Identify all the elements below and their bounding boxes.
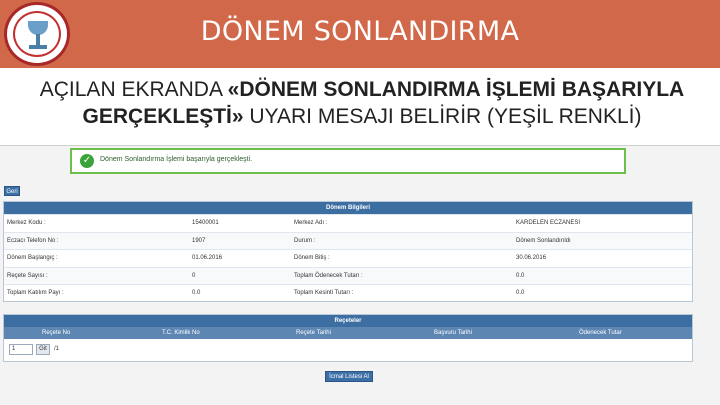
print-summary-button[interactable]: İcmal Listesi Al <box>325 371 373 382</box>
slide-title: DÖNEM SONLANDIRMA <box>200 16 520 47</box>
info-value: KARDELEN ECZANESI <box>516 220 581 226</box>
back-button[interactable]: Geri <box>4 186 20 196</box>
info-row: Toplam Katılım Payı : 0.0 Toplam Kesinti… <box>4 284 692 302</box>
success-message-box: ✓ Dönem Sonlandırma İşlemi başarıyla ger… <box>70 148 626 174</box>
info-value: 1907 <box>192 237 206 244</box>
column-header[interactable]: Ödenecek Tutar <box>579 330 622 336</box>
info-value: 01.06.2016 <box>192 255 223 262</box>
page-total: /1 <box>54 346 60 352</box>
period-info-title: Dönem Bilgileri <box>4 202 692 214</box>
column-header[interactable]: Reçete Tarihi <box>296 330 331 336</box>
info-value: 0.0 <box>192 290 201 297</box>
info-value: 0.0 <box>516 290 525 297</box>
pagination: 1 Git /1 <box>4 339 692 361</box>
info-label: Merkez Kodu : <box>7 220 46 226</box>
period-info-panel: Dönem Bilgileri Merkez Kodu : 15400001 M… <box>3 201 693 302</box>
column-header[interactable]: Reçete No <box>42 330 70 336</box>
column-header[interactable]: T.C. Kimlik No <box>162 330 200 336</box>
check-circle-icon: ✓ <box>80 154 94 168</box>
info-value: Dönem Sonlandırıldı <box>516 237 571 244</box>
page-go-button[interactable]: Git <box>36 344 50 355</box>
info-row: Dönem Başlangıç : 01.06.2016 Dönem Bitiş… <box>4 249 692 267</box>
pharmacy-logo-icon <box>4 2 70 66</box>
info-label: Toplam Katılım Payı : <box>7 290 64 297</box>
info-row: Eczacı Telefon No : 1907 Durum : Dönem S… <box>4 231 692 250</box>
prescriptions-header-row: Reçete No T.C. Kimlik No Reçete Tarihi B… <box>4 327 692 339</box>
success-message-text: Dönem Sonlandırma İşlemi başarıyla gerçe… <box>100 156 253 163</box>
info-label: Durum : <box>294 237 316 244</box>
instruction-suffix: UYARI MESAJI BELİRİR (YEŞİL RENKLİ) <box>243 105 642 128</box>
prescriptions-panel: Reçeteler Reçete No T.C. Kimlik No Reçet… <box>3 314 693 362</box>
info-value: 30.06.2016 <box>516 255 547 262</box>
info-row: Merkez Kodu : 15400001 Merkez Adı : KARD… <box>4 214 692 232</box>
info-label: Toplam Ödenecek Tutarı : <box>294 272 363 279</box>
page-number-input[interactable]: 1 <box>9 344 33 355</box>
info-label: Dönem Bitiş : <box>294 255 330 262</box>
info-value: 0 <box>192 272 196 279</box>
prescriptions-title: Reçeteler <box>4 315 692 327</box>
info-row: Reçete Sayısı : 0 Toplam Ödenecek Tutarı… <box>4 266 692 285</box>
info-label: Reçete Sayısı : <box>7 272 48 279</box>
instruction-text: AÇILAN EKRANDA «DÖNEM SONLANDIRMA İŞLEMİ… <box>8 76 716 130</box>
info-label: Merkez Adı : <box>294 220 328 226</box>
info-label: Toplam Kesinti Tutarı : <box>294 290 354 297</box>
info-label: Dönem Başlangıç : <box>7 255 58 262</box>
info-value: 15400001 <box>192 220 219 226</box>
instruction-prefix: AÇILAN EKRANDA <box>39 78 228 101</box>
title-band: DÖNEM SONLANDIRMA <box>0 0 720 68</box>
info-label: Eczacı Telefon No : <box>7 237 59 244</box>
column-header[interactable]: Başvuru Tarihi <box>434 330 472 336</box>
info-value: 0.0 <box>516 272 525 279</box>
